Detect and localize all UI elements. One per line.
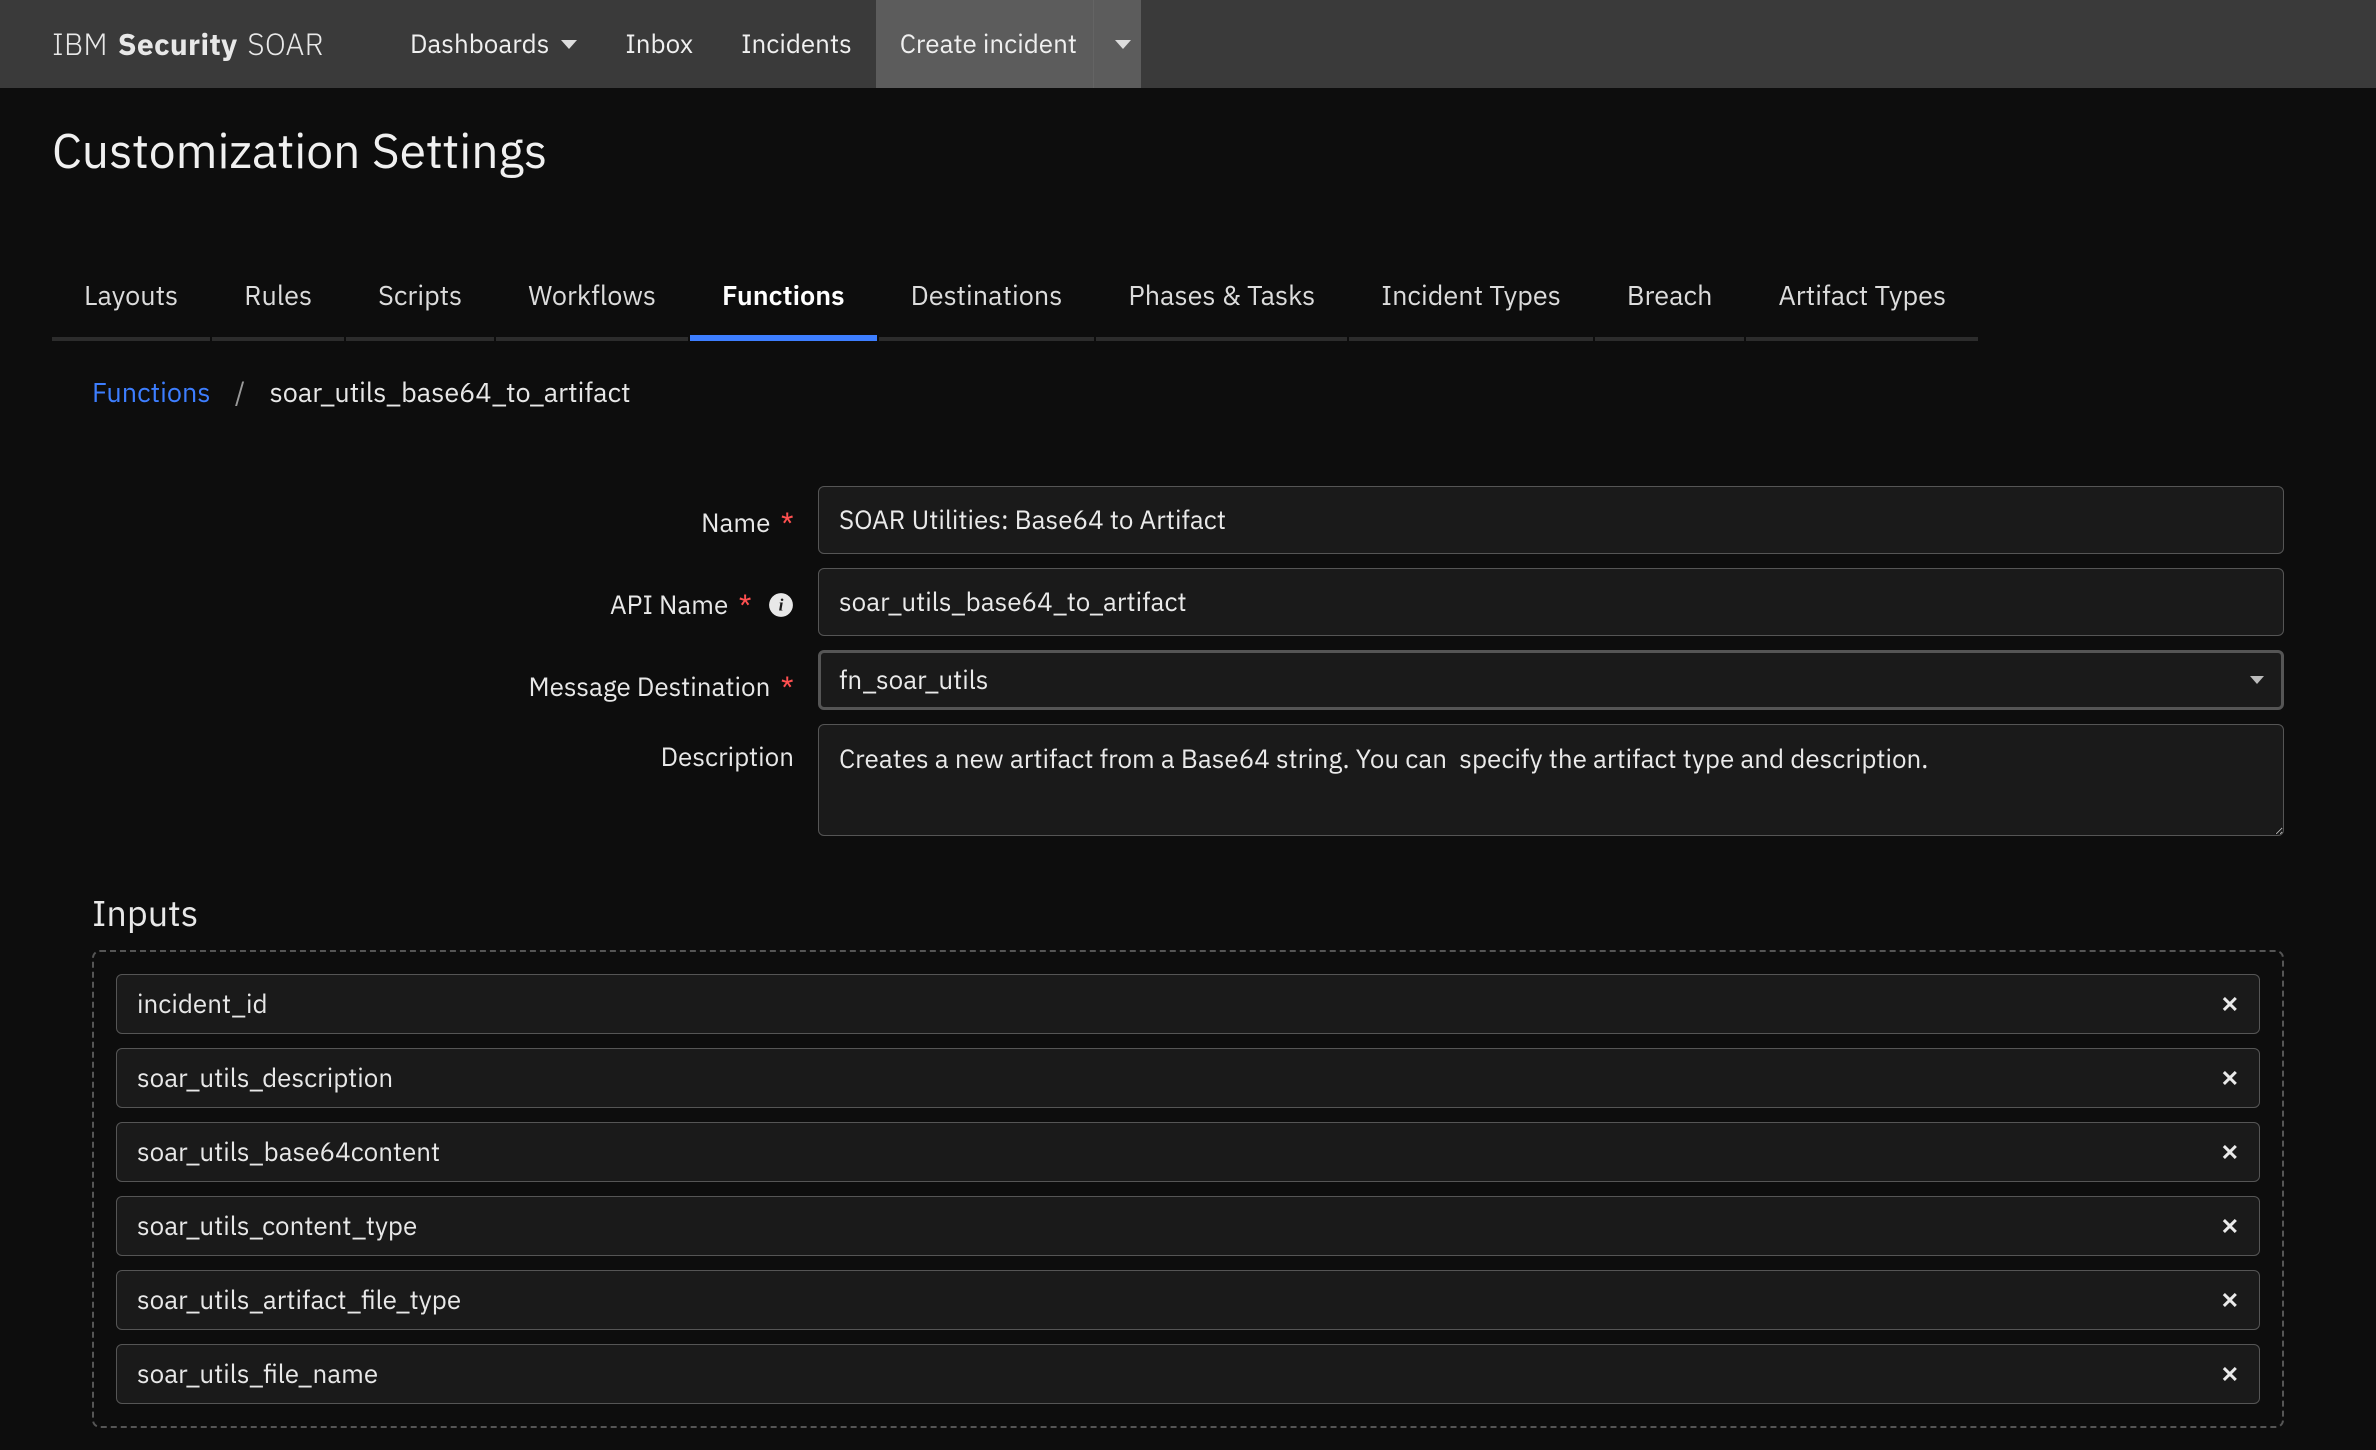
page-body: Customization Settings Layouts Rules Scr… (0, 88, 2376, 1450)
tab-layouts[interactable]: Layouts (52, 258, 210, 341)
input-pill[interactable]: incident_id ✕ (116, 974, 2260, 1034)
label-name: Name * (92, 486, 818, 541)
breadcrumb-separator: / (235, 375, 245, 410)
tab-row: Layouts Rules Scripts Workflows Function… (52, 258, 2324, 341)
top-nav: IBM Security SOAR Dashboards Inbox Incid… (0, 0, 2376, 88)
input-pill[interactable]: soar_utils_content_type ✕ (116, 1196, 2260, 1256)
remove-icon[interactable]: ✕ (2221, 990, 2239, 1019)
input-pill-label: incident_id (137, 987, 268, 1021)
tab-functions[interactable]: Functions (690, 258, 877, 341)
label-name-text: Name (701, 506, 770, 540)
nav-create-incident[interactable]: Create incident (876, 0, 1093, 88)
brand-logo: IBM Security SOAR (52, 25, 324, 64)
input-pill[interactable]: soar_utils_artifact_file_type ✕ (116, 1270, 2260, 1330)
nav-create-incident-dropdown[interactable] (1093, 0, 1141, 88)
nav-create-incident-label: Create incident (900, 27, 1077, 61)
brand-part-1: IBM (52, 25, 108, 64)
function-form: Name * API Name * i Message Destination (52, 486, 2324, 843)
remove-icon[interactable]: ✕ (2221, 1286, 2239, 1315)
input-pill-label: soar_utils_artifact_file_type (137, 1283, 461, 1317)
name-input[interactable] (818, 486, 2284, 554)
remove-icon[interactable]: ✕ (2221, 1212, 2239, 1241)
nav-inbox-label: Inbox (625, 27, 693, 61)
caret-down-icon (561, 40, 577, 49)
svg-text:i: i (779, 595, 784, 614)
label-api-name-text: API Name (610, 588, 728, 622)
input-pill-label: soar_utils_base64content (137, 1135, 440, 1169)
required-asterisk: * (738, 587, 752, 626)
inputs-section: Inputs incident_id✕soar_utils_descriptio… (52, 889, 2324, 1428)
breadcrumb: Functions / soar_utils_base64_to_artifac… (52, 375, 2324, 410)
message-destination-select[interactable]: fn_soar_utils (818, 650, 2284, 710)
nav-incidents[interactable]: Incidents (717, 0, 876, 88)
form-row-description: Description (92, 724, 2284, 843)
breadcrumb-current: soar_utils_base64_to_artifact (270, 375, 631, 410)
nav-dashboards[interactable]: Dashboards (386, 0, 601, 88)
nav-dashboards-label: Dashboards (410, 27, 549, 61)
brand-part-2: Security (118, 25, 238, 64)
remove-icon[interactable]: ✕ (2221, 1138, 2239, 1167)
tab-destinations[interactable]: Destinations (879, 258, 1095, 341)
input-pill-label: soar_utils_description (137, 1061, 393, 1095)
input-pill[interactable]: soar_utils_base64content ✕ (116, 1122, 2260, 1182)
required-asterisk: * (781, 669, 795, 708)
tab-incident-types[interactable]: Incident Types (1349, 258, 1593, 341)
page-title: Customization Settings (52, 120, 2324, 182)
remove-icon[interactable]: ✕ (2221, 1064, 2239, 1093)
remove-icon[interactable]: ✕ (2221, 1360, 2239, 1389)
tab-workflows[interactable]: Workflows (496, 258, 688, 341)
input-pill-label: soar_utils_file_name (137, 1357, 378, 1391)
inputs-dropzone[interactable]: incident_id✕soar_utils_description✕soar_… (92, 950, 2284, 1428)
caret-down-icon (1115, 40, 1131, 49)
label-message-destination-text: Message Destination (529, 670, 771, 704)
form-row-name: Name * (92, 486, 2284, 554)
nav-inbox[interactable]: Inbox (601, 0, 717, 88)
label-description: Description (92, 724, 818, 774)
label-description-text: Description (661, 740, 794, 774)
tab-breach[interactable]: Breach (1595, 258, 1745, 341)
input-pill-label: soar_utils_content_type (137, 1209, 417, 1243)
label-api-name: API Name * i (92, 568, 818, 623)
label-message-destination: Message Destination * (92, 650, 818, 705)
form-row-api-name: API Name * i (92, 568, 2284, 636)
description-textarea[interactable] (818, 724, 2284, 836)
api-name-input[interactable] (818, 568, 2284, 636)
tab-artifact-types[interactable]: Artifact Types (1746, 258, 1978, 341)
tab-scripts[interactable]: Scripts (346, 258, 494, 341)
breadcrumb-parent-link[interactable]: Functions (92, 375, 211, 410)
inputs-title: Inputs (92, 889, 2284, 936)
info-icon[interactable]: i (768, 592, 794, 618)
input-pill[interactable]: soar_utils_file_name ✕ (116, 1344, 2260, 1404)
brand-part-3: SOAR (247, 25, 323, 64)
tab-phases-tasks[interactable]: Phases & Tasks (1096, 258, 1347, 341)
input-pill[interactable]: soar_utils_description ✕ (116, 1048, 2260, 1108)
form-row-message-destination: Message Destination * fn_soar_utils (92, 650, 2284, 710)
nav-incidents-label: Incidents (741, 27, 852, 61)
tab-rules[interactable]: Rules (212, 258, 344, 341)
required-asterisk: * (781, 505, 795, 544)
